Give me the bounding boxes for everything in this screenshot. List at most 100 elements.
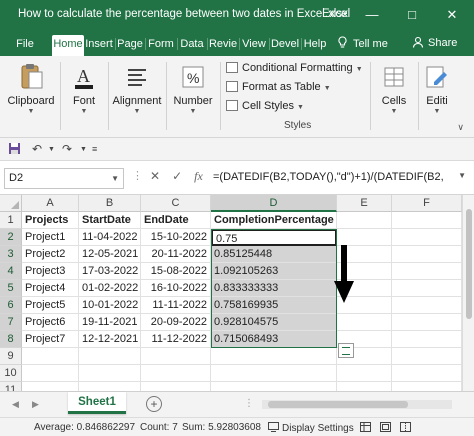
cell-c3[interactable]: 20-11-2022 — [141, 246, 211, 263]
number-button[interactable]: % Number ▼ — [170, 62, 216, 115]
cell-a3[interactable]: Project2 — [22, 246, 79, 263]
page-break-icon[interactable] — [400, 422, 411, 435]
column-header-a[interactable]: A — [22, 195, 79, 212]
display-settings-button[interactable]: Display Settings — [268, 422, 354, 434]
tell-me-search[interactable]: Tell me — [337, 36, 388, 50]
select-all-button[interactable] — [0, 195, 22, 212]
cell-d7[interactable]: 0.928104575 — [211, 314, 337, 331]
cell-e1[interactable] — [337, 212, 392, 229]
maximize-button[interactable]: □ — [392, 4, 432, 26]
alignment-button[interactable]: Alignment ▼ — [110, 62, 164, 115]
formula-input[interactable]: =(DATEDIF(B2,TODAY(),"d")+1)/(DATEDIF(B2… — [213, 171, 444, 183]
cell-f10[interactable] — [392, 365, 462, 382]
tab-data[interactable]: Data — [178, 35, 206, 56]
row-header-2[interactable]: 2 — [0, 229, 22, 246]
row-header-3[interactable]: 3 — [0, 246, 22, 263]
cell-d9[interactable] — [211, 348, 337, 365]
row-header-7[interactable]: 7 — [0, 314, 22, 331]
cell-a6[interactable]: Project5 — [22, 297, 79, 314]
cell-f3[interactable] — [392, 246, 462, 263]
cell-a8[interactable]: Project7 — [22, 331, 79, 348]
cell-c6[interactable]: 11-11-2022 — [141, 297, 211, 314]
column-header-f[interactable]: F — [392, 195, 462, 212]
cell-b11[interactable] — [79, 382, 141, 391]
cell-b8[interactable]: 12-12-2021 — [79, 331, 141, 348]
cell-f8[interactable] — [392, 331, 462, 348]
cell-d8[interactable]: 0.715068493 — [211, 331, 337, 348]
row-header-10[interactable]: 10 — [0, 365, 22, 382]
column-header-d[interactable]: D — [211, 195, 337, 212]
cell-a10[interactable] — [22, 365, 79, 382]
cell-f7[interactable] — [392, 314, 462, 331]
conditional-formatting-button[interactable]: Conditional Formatting ▼ — [226, 62, 363, 74]
row-header-8[interactable]: 8 — [0, 331, 22, 348]
cell-e11[interactable] — [337, 382, 392, 391]
chevron-down-icon[interactable]: ▼ — [48, 146, 55, 153]
tab-review[interactable]: Revie — [208, 35, 238, 56]
save-icon[interactable] — [8, 142, 21, 158]
fx-icon[interactable]: fx — [194, 169, 203, 183]
cell-c1[interactable]: EndDate — [141, 212, 211, 229]
scroll-thumb[interactable] — [268, 401, 408, 408]
cell-b3[interactable]: 12-05-2021 — [79, 246, 141, 263]
name-box[interactable]: D2 ▼ — [4, 168, 124, 189]
redo-icon[interactable]: ↷ — [62, 142, 72, 156]
cell-b10[interactable] — [79, 365, 141, 382]
normal-view-icon[interactable] — [360, 422, 371, 435]
cell-a2[interactable]: Project1 — [22, 229, 79, 246]
cell-e7[interactable] — [337, 314, 392, 331]
enter-icon[interactable]: ✓ — [172, 169, 182, 183]
tab-page[interactable]: Page — [116, 35, 144, 56]
tab-insert[interactable]: Insert — [84, 35, 114, 56]
cell-a4[interactable]: Project3 — [22, 263, 79, 280]
cell-a5[interactable]: Project4 — [22, 280, 79, 297]
cell-b9[interactable] — [79, 348, 141, 365]
row-header-6[interactable]: 6 — [0, 297, 22, 314]
vertical-scrollbar[interactable] — [462, 195, 474, 391]
undo-icon[interactable]: ↶ — [32, 142, 42, 156]
row-header-4[interactable]: 4 — [0, 263, 22, 280]
clipboard-button[interactable]: Clipboard ▼ — [6, 62, 56, 115]
cell-b6[interactable]: 10-01-2022 — [79, 297, 141, 314]
cell-d4[interactable]: 1.092105263 — [211, 263, 337, 280]
chevron-down-icon[interactable]: ▼ — [80, 146, 87, 153]
cell-f11[interactable] — [392, 382, 462, 391]
cell-b7[interactable]: 19-11-2021 — [79, 314, 141, 331]
row-header-5[interactable]: 5 — [0, 280, 22, 297]
cell-b5[interactable]: 01-02-2022 — [79, 280, 141, 297]
cell-f4[interactable] — [392, 263, 462, 280]
cell-c5[interactable]: 16-10-2022 — [141, 280, 211, 297]
cell-c11[interactable] — [141, 382, 211, 391]
share-button[interactable]: Share — [412, 36, 457, 49]
cell-e2[interactable] — [337, 229, 392, 246]
cell-b4[interactable]: 17-03-2022 — [79, 263, 141, 280]
row-header-9[interactable]: 9 — [0, 348, 22, 365]
cells-button[interactable]: Cells ▼ — [374, 62, 414, 115]
cell-d3[interactable]: 0.85125448 — [211, 246, 337, 263]
row-header-1[interactable]: 1 — [0, 212, 22, 229]
tab-view[interactable]: View — [240, 35, 268, 56]
cell-a11[interactable] — [22, 382, 79, 391]
cell-f1[interactable] — [392, 212, 462, 229]
row-header-11[interactable]: 11 — [0, 382, 22, 391]
close-button[interactable]: ✕ — [432, 4, 472, 26]
cell-d6[interactable]: 0.758169935 — [211, 297, 337, 314]
cancel-icon[interactable]: ✕ — [150, 169, 160, 183]
scroll-left-icon[interactable]: ◀ — [12, 399, 19, 410]
tab-developer[interactable]: Devel — [270, 35, 300, 56]
horizontal-scrollbar[interactable] — [262, 400, 452, 409]
cell-e10[interactable] — [337, 365, 392, 382]
cell-d10[interactable] — [211, 365, 337, 382]
collapse-ribbon-icon[interactable]: ∨ — [457, 122, 464, 133]
page-layout-icon[interactable] — [380, 422, 391, 435]
quick-analysis-icon[interactable] — [338, 343, 354, 358]
cell-f5[interactable] — [392, 280, 462, 297]
cell-c7[interactable]: 20-09-2022 — [141, 314, 211, 331]
format-as-table-button[interactable]: Format as Table ▼ — [226, 81, 331, 93]
tab-help[interactable]: Help — [302, 35, 328, 56]
tab-file[interactable]: File — [12, 35, 38, 56]
cell-b1[interactable]: StartDate — [79, 212, 141, 229]
worksheet-grid[interactable]: A B C D E F 1 2 3 4 5 6 7 8 9 10 11 Projects StartDate EndD… — [0, 195, 474, 391]
cell-d1[interactable]: CompletionPercentage — [211, 212, 337, 229]
editing-button[interactable]: Editi ▼ — [420, 62, 454, 115]
